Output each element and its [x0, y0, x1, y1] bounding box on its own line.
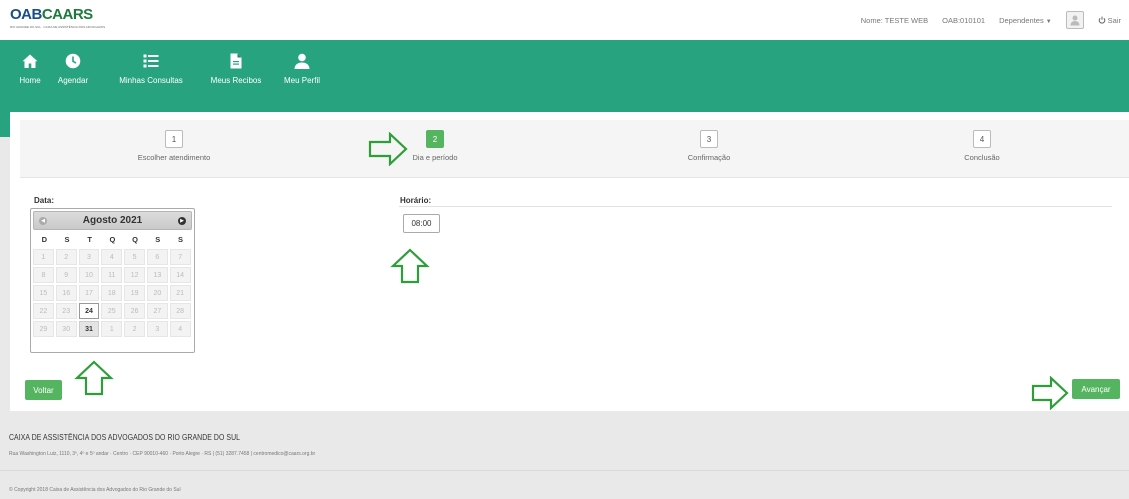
wizard-steps: 1 Escolher atendimento 2 Dia e período 3…	[20, 120, 1129, 178]
calendar-day-disabled: 23	[55, 303, 77, 319]
calendar-day-disabled: 6	[146, 249, 168, 265]
calendar-day-disabled: 30	[55, 321, 77, 337]
footer-address: Rua Washington Luiz, 1110, 3º, 4º e 5º a…	[9, 451, 316, 457]
footer-copyright: © Copyright 2018 Caixa de Assistência do…	[9, 487, 181, 493]
calendar-day-disabled: 10	[78, 267, 100, 283]
calendar-day-selected[interactable]: 24	[78, 303, 100, 319]
footer-divider	[0, 470, 1129, 471]
arrow-right-icon	[1031, 376, 1069, 410]
calendar-day-disabled: 25	[101, 303, 123, 319]
list-icon	[143, 54, 159, 68]
footer-org-name: CAIXA DE ASSISTÊNCIA DOS ADVOGADOS DO RI…	[9, 433, 241, 442]
calendar-header: ◀ Agosto 2021 ▶	[33, 211, 192, 230]
calendar-day-disabled: 2	[124, 321, 145, 337]
calendar-day-disabled: 4	[169, 321, 191, 337]
calendar-month-title: Agosto 2021	[82, 215, 143, 226]
prev-month-icon[interactable]: ◀	[39, 216, 47, 225]
calendar-day-disabled: 2	[55, 249, 77, 265]
calendar-day-disabled: 17	[78, 285, 100, 301]
weekday-header: T	[87, 235, 93, 244]
calendar-week: 8 9 10 11 12 13 14	[33, 267, 192, 283]
calendar-day-disabled: 19	[124, 285, 145, 301]
user-info: Nome: TESTE WEB OAB:010101 Dependentes ▼ …	[861, 11, 1121, 29]
back-button[interactable]: Voltar	[25, 380, 62, 400]
calendar-day-disabled: 27	[146, 303, 168, 319]
calendar-day-disabled: 3	[78, 249, 100, 265]
calendar-day-disabled: 28	[169, 303, 191, 319]
logout-link[interactable]: Sair	[1098, 16, 1121, 25]
logo-tagline: RIO GRANDE DO SUL · CAIXA DE ASSISTÊNCIA…	[10, 25, 106, 29]
calendar-day-disabled: 29	[33, 321, 54, 337]
user-icon	[294, 53, 310, 69]
calendar-day-disabled: 21	[169, 285, 191, 301]
calendar-day-available[interactable]: 31	[78, 321, 100, 337]
calendar-week: 15 16 17 18 19 20 21	[33, 285, 192, 301]
calendar-day-disabled: 15	[33, 285, 54, 301]
avatar[interactable]	[1065, 11, 1084, 29]
clock-icon	[65, 53, 81, 69]
calendar-day-disabled: 16	[55, 285, 77, 301]
logo[interactable]: OABCAARS RIO GRANDE DO SUL · CAIXA DE AS…	[10, 6, 105, 32]
weekday-header: Q	[132, 235, 139, 244]
calendar-day-disabled: 12	[124, 267, 145, 283]
power-icon	[1098, 16, 1105, 24]
scheduling-panel: 1 Escolher atendimento 2 Dia e período 3…	[10, 112, 1129, 411]
calendar-day-disabled: 7	[169, 249, 191, 265]
calendar-week: 22 23 24 25 26 27 28	[33, 303, 192, 319]
dependents-dropdown[interactable]: Dependentes ▼	[999, 16, 1052, 25]
divider	[399, 206, 1112, 207]
nav-item-minhas-consultas[interactable]: Minhas Consultas	[106, 53, 196, 93]
calendar-day-disabled: 22	[33, 303, 54, 319]
weekday-header: S	[64, 235, 70, 244]
calendar-day-disabled: 9	[55, 267, 77, 283]
calendar-day-disabled: 18	[101, 285, 123, 301]
calendar-week: 1234567	[33, 249, 192, 265]
calendar-day-disabled: 3	[146, 321, 168, 337]
weekday-header: D	[41, 235, 48, 244]
step-1: 1 Escolher atendimento	[114, 130, 234, 162]
calendar-day-disabled: 26	[124, 303, 145, 319]
next-month-icon[interactable]: ▶	[178, 216, 186, 225]
calendar-day-disabled: 11	[101, 267, 123, 283]
home-icon	[22, 54, 38, 68]
calendar-weekdays: DSTQQSS	[33, 230, 192, 249]
arrow-up-icon	[390, 248, 430, 284]
caret-down-icon: ▼	[1045, 18, 1052, 25]
arrow-right-icon	[368, 132, 408, 166]
time-slot-button[interactable]: 08:00	[403, 214, 440, 233]
time-label: Horário:	[400, 196, 432, 205]
calendar-week: 29 30 31 1 2 3 4	[33, 321, 192, 337]
calendar-day-disabled: 14	[169, 267, 191, 283]
arrow-up-icon	[74, 360, 114, 396]
top-header: OABCAARS RIO GRANDE DO SUL · CAIXA DE AS…	[0, 0, 1129, 40]
weekday-header: S	[155, 235, 161, 244]
document-icon	[230, 53, 242, 69]
calendar-day-disabled: 20	[146, 285, 168, 301]
calendar-day-disabled: 5	[124, 249, 145, 265]
step-3: 3 Confirmação	[649, 130, 769, 162]
nav-item-meu-perfil[interactable]: Meu Perfil	[278, 53, 326, 93]
calendar-day-disabled: 1	[33, 249, 54, 265]
nav-item-home[interactable]: Home	[10, 53, 50, 93]
weekday-header: S	[177, 235, 183, 244]
main-nav: Home Agendar Minhas Consultas Meus Recib…	[0, 40, 1129, 112]
calendar-grid: 1 2 3 4 5 6 7 8 9 10 11 12 13 14 15 16 17 18 19 20 21 22 23 24 2…	[33, 249, 192, 337]
nav-item-meus-recibos[interactable]: Meus Recibos	[206, 53, 266, 93]
step-4: 4 Conclusão	[922, 130, 1042, 162]
user-icon	[1070, 15, 1080, 26]
user-name: Nome: TESTE WEB	[860, 15, 929, 25]
calendar-day-disabled: 13	[146, 267, 168, 283]
oab-number: OAB:010101	[942, 15, 986, 25]
nav-edge-decoration	[0, 112, 10, 137]
date-picker: ◀ Agosto 2021 ▶ DSTQQSS 1 2 3 4 5 6 7 8 9 10 11 12 1…	[30, 208, 195, 353]
weekday-header: Q	[109, 235, 116, 244]
calendar-day-disabled: 8	[33, 267, 54, 283]
logo-wordmark: OABCAARS	[10, 6, 93, 23]
calendar-day-disabled: 4	[101, 249, 123, 265]
next-button[interactable]: Avançar	[1072, 379, 1120, 399]
nav-item-agendar[interactable]: Agendar	[52, 53, 94, 93]
calendar-day-disabled: 1	[101, 321, 123, 337]
date-label: Data:	[34, 196, 55, 205]
